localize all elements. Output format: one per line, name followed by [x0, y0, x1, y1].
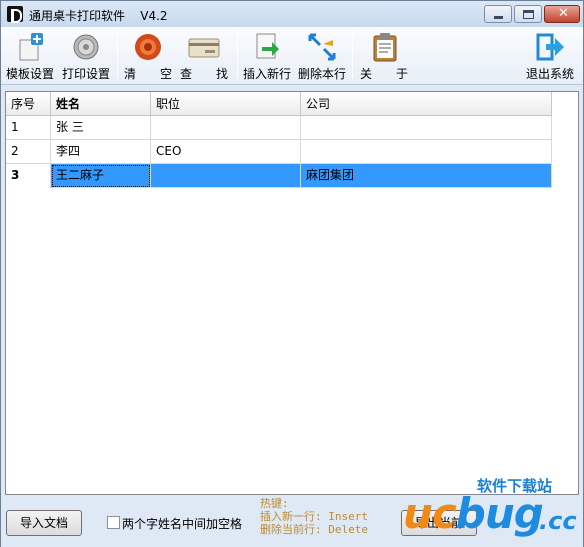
cell-position[interactable] [151, 116, 301, 140]
cell-name[interactable]: 李四 [51, 140, 151, 164]
import-document-button[interactable]: 导入文档 [6, 510, 82, 536]
exit-icon [536, 33, 564, 61]
print-settings-label: 打印设置 [61, 67, 110, 81]
toolbar-separator [352, 31, 353, 79]
exit-button[interactable]: 退出系统 [523, 29, 577, 81]
cell-company[interactable] [301, 140, 552, 164]
insert-row-icon [256, 33, 279, 59]
insert-row-label: 插入新行 [242, 67, 291, 81]
clear-icon [135, 34, 161, 60]
toolbar: 模板设置 打印设置 清 空 查 找 插入新行 删除本行 关 于 退出系统 [1, 27, 583, 85]
close-button[interactable]: ✕ [544, 5, 580, 23]
hotkey-delete: 删除当前行: Delete [260, 523, 368, 536]
space-name-checkbox-label: 两个字姓名中间加空格 [122, 517, 243, 531]
clear-label-a: 清 [124, 67, 137, 81]
maximize-icon [523, 10, 534, 19]
watermark-brand-a: uc [403, 489, 457, 538]
grid-header: 序号 姓名 职位 公司 [6, 92, 552, 116]
find-label-b: 找 [216, 67, 229, 81]
watermark-logo: 软件下载站 ucbug .cc [399, 467, 584, 547]
minimize-icon [494, 16, 503, 19]
exit-label: 退出系统 [525, 67, 574, 81]
maximize-button[interactable] [514, 5, 542, 23]
watermark-brand: ucbug [403, 489, 544, 538]
delete-row-label: 删除本行 [297, 67, 346, 81]
find-label-a: 查 [180, 67, 193, 81]
table-row[interactable]: 2 李四 CEO [6, 140, 552, 164]
print-settings-button[interactable]: 打印设置 [59, 29, 113, 81]
watermark-domain: .cc [539, 507, 577, 535]
column-header-name[interactable]: 姓名 [51, 92, 151, 115]
clipboard-icon [373, 33, 397, 62]
cell-index[interactable]: 3 [6, 164, 51, 188]
cell-name[interactable]: 张 三 [51, 116, 151, 140]
minimize-button[interactable] [484, 5, 512, 23]
cell-position[interactable]: CEO [151, 140, 301, 164]
app-window: 通用桌卡打印软件 V4.2 ✕ 模板设置 打印设置 清 空 查 找 插入新行 删… [0, 0, 584, 547]
close-icon: ✕ [558, 6, 569, 21]
clear-button[interactable]: 清 空 [121, 29, 177, 81]
gear-icon [73, 34, 99, 60]
cell-index[interactable]: 1 [6, 116, 51, 140]
clear-label-b: 空 [160, 67, 173, 81]
hotkeys-hint: 热键: 插入新一行: Insert 删除当前行: Delete [260, 497, 368, 536]
cell-company[interactable]: 麻团集团 [301, 164, 552, 188]
about-label-a: 关 [360, 67, 373, 81]
delete-row-button[interactable]: 删除本行 [295, 29, 349, 81]
cell-company[interactable] [301, 116, 552, 140]
space-name-checkbox[interactable] [107, 516, 120, 529]
app-logo-icon [7, 6, 23, 23]
template-icon [19, 33, 43, 61]
watermark-brand-b: bug [455, 489, 544, 538]
about-label-b: 于 [396, 67, 409, 81]
column-header-company[interactable]: 公司 [301, 92, 552, 115]
data-grid[interactable]: 序号 姓名 职位 公司 1 张 三 2 李四 CEO 3 王二麻子 麻团集团 [5, 91, 579, 495]
column-header-position[interactable]: 职位 [151, 92, 301, 115]
card-icon [188, 38, 220, 58]
insert-row-button[interactable]: 插入新行 [241, 29, 293, 81]
cell-index[interactable]: 2 [6, 140, 51, 164]
template-settings-label: 模板设置 [5, 67, 54, 81]
window-title: 通用桌卡打印软件 V4.2 [29, 9, 168, 23]
toolbar-separator [237, 31, 238, 79]
column-header-index[interactable]: 序号 [6, 92, 51, 115]
cell-position[interactable] [151, 164, 301, 188]
find-button[interactable]: 查 找 [177, 29, 233, 81]
hotkeys-title: 热键: [260, 497, 289, 510]
hotkey-insert: 插入新一行: Insert [260, 510, 368, 523]
delete-row-icon [308, 33, 336, 61]
toolbar-separator [117, 31, 118, 79]
table-row-selected[interactable]: 3 王二麻子 麻团集团 [6, 164, 552, 188]
cell-name[interactable]: 王二麻子 [51, 164, 151, 188]
about-button[interactable]: 关 于 [357, 29, 413, 81]
table-row[interactable]: 1 张 三 [6, 116, 552, 140]
title-bar[interactable]: 通用桌卡打印软件 V4.2 ✕ [1, 1, 583, 27]
template-settings-button[interactable]: 模板设置 [5, 29, 55, 81]
